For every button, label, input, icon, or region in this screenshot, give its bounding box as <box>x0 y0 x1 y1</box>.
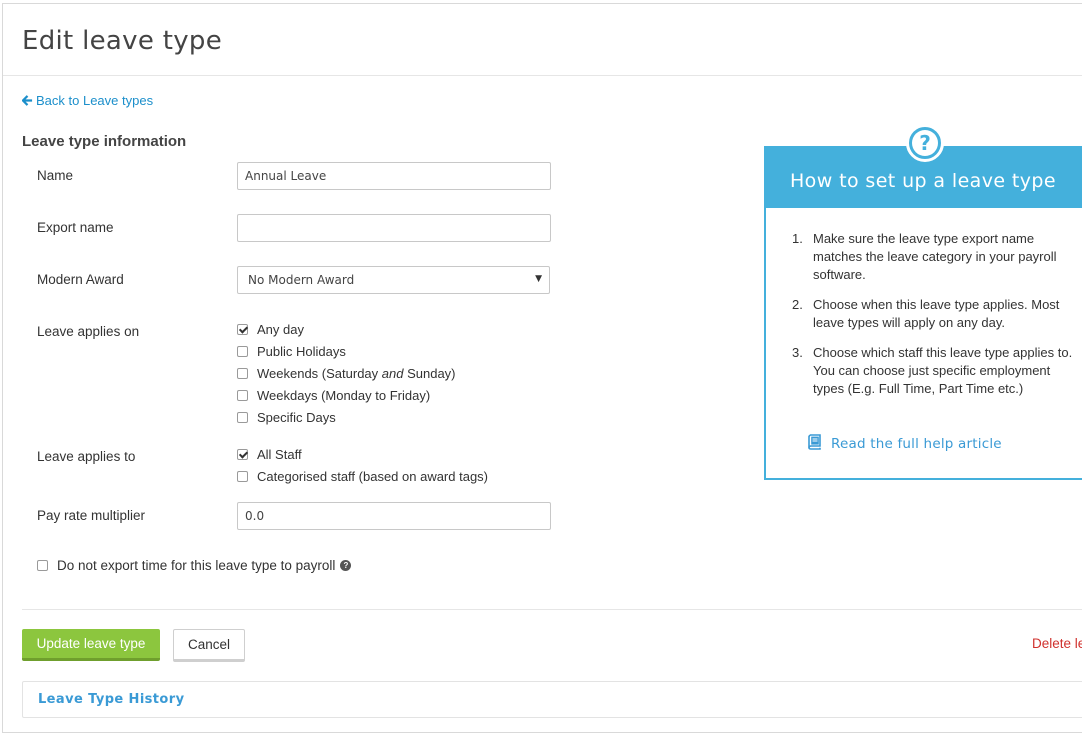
public-holidays-label: Public Holidays <box>257 344 346 359</box>
checkbox-all-staff[interactable] <box>237 449 248 460</box>
pay-rate-input[interactable] <box>237 502 551 530</box>
no-export-label: Do not export time for this leave type t… <box>57 558 336 573</box>
help-article-label: Read the full help article <box>831 436 1002 452</box>
checkbox-specific-days[interactable] <box>237 412 248 423</box>
book-icon <box>807 434 821 454</box>
applies-on-weekdays[interactable]: Weekdays (Monday to Friday) <box>237 388 430 403</box>
applies-to-all-staff[interactable]: All Staff <box>237 447 302 462</box>
applies-on-specific-days[interactable]: Specific Days <box>237 410 336 425</box>
form-divider <box>22 609 1082 610</box>
applies-to-categorised-staff[interactable]: Categorised staff (based on award tags) <box>237 469 488 484</box>
page-title: Edit leave type <box>22 26 222 56</box>
export-name-input[interactable] <box>237 214 551 242</box>
checkbox-weekends[interactable] <box>237 368 248 379</box>
weekdays-label: Weekdays (Monday to Friday) <box>257 388 431 403</box>
help-step: 3. Choose which staff this leave type app… <box>792 345 1073 396</box>
weekends-label: Weekends (Saturday and Sunday) <box>257 366 456 381</box>
modern-award-select[interactable]: No Modern Award ▼ <box>237 266 550 294</box>
arrow-left-icon <box>22 95 33 106</box>
checkbox-weekdays[interactable] <box>237 390 248 401</box>
chevron-down-icon: ▼ <box>535 274 542 284</box>
back-to-leave-types-link[interactable]: Back to Leave types <box>22 93 153 108</box>
update-leave-type-button[interactable]: Update leave type <box>22 629 160 661</box>
question-circle-icon[interactable]: ? <box>340 560 352 571</box>
history-panel: Leave Type History <box>22 681 1082 718</box>
cancel-button[interactable]: Cancel <box>173 629 245 662</box>
specific-days-label: Specific Days <box>257 410 336 425</box>
help-badge: ? <box>906 124 944 162</box>
checkbox-any-day[interactable] <box>237 324 248 335</box>
modern-award-label: Modern Award <box>37 272 124 287</box>
export-name-label: Export name <box>37 220 114 235</box>
help-panel: How to set up a leave type 1. Make sure t… <box>764 146 1082 480</box>
help-title: How to set up a leave type <box>790 170 1056 192</box>
name-label: Name <box>37 168 74 183</box>
pay-rate-label: Pay rate multiplier <box>37 508 146 523</box>
checkbox-public-holidays[interactable] <box>237 346 248 357</box>
back-link-label: Back to Leave types <box>36 93 154 108</box>
checkbox-categorised-staff[interactable] <box>237 471 248 482</box>
delete-leave-type-link[interactable]: Delete leave type <box>1032 636 1082 651</box>
read-help-article-link[interactable]: Read the full help article <box>807 434 1002 454</box>
leave-type-history-link[interactable]: Leave Type History <box>38 692 184 707</box>
leave-applies-on-label: Leave applies on <box>37 324 140 339</box>
leave-applies-to-label: Leave applies to <box>37 449 136 464</box>
help-steps: 1. Make sure the leave type export name m… <box>792 230 1074 410</box>
question-mark-icon: ? <box>912 130 938 156</box>
help-step: 1. Make sure the leave type export name m… <box>792 231 1057 282</box>
help-step: 2. Choose when this leave type applies. M… <box>792 297 1060 330</box>
applies-on-any-day[interactable]: Any day <box>237 322 304 337</box>
no-export-option[interactable]: Do not export time for this leave type t… <box>37 558 352 573</box>
categorised-staff-label: Categorised staff (based on award tags) <box>257 469 489 484</box>
name-input[interactable] <box>237 162 551 190</box>
title-divider <box>3 75 1082 76</box>
all-staff-label: All Staff <box>257 447 302 462</box>
applies-on-public-holidays[interactable]: Public Holidays <box>237 344 346 359</box>
modern-award-selected-value: No Modern Award <box>248 273 355 287</box>
section-heading: Leave type information <box>22 133 187 150</box>
checkbox-no-export[interactable] <box>37 560 48 571</box>
applies-on-weekends[interactable]: Weekends (Saturday and Sunday) <box>237 366 456 381</box>
any-day-label: Any day <box>257 322 304 337</box>
